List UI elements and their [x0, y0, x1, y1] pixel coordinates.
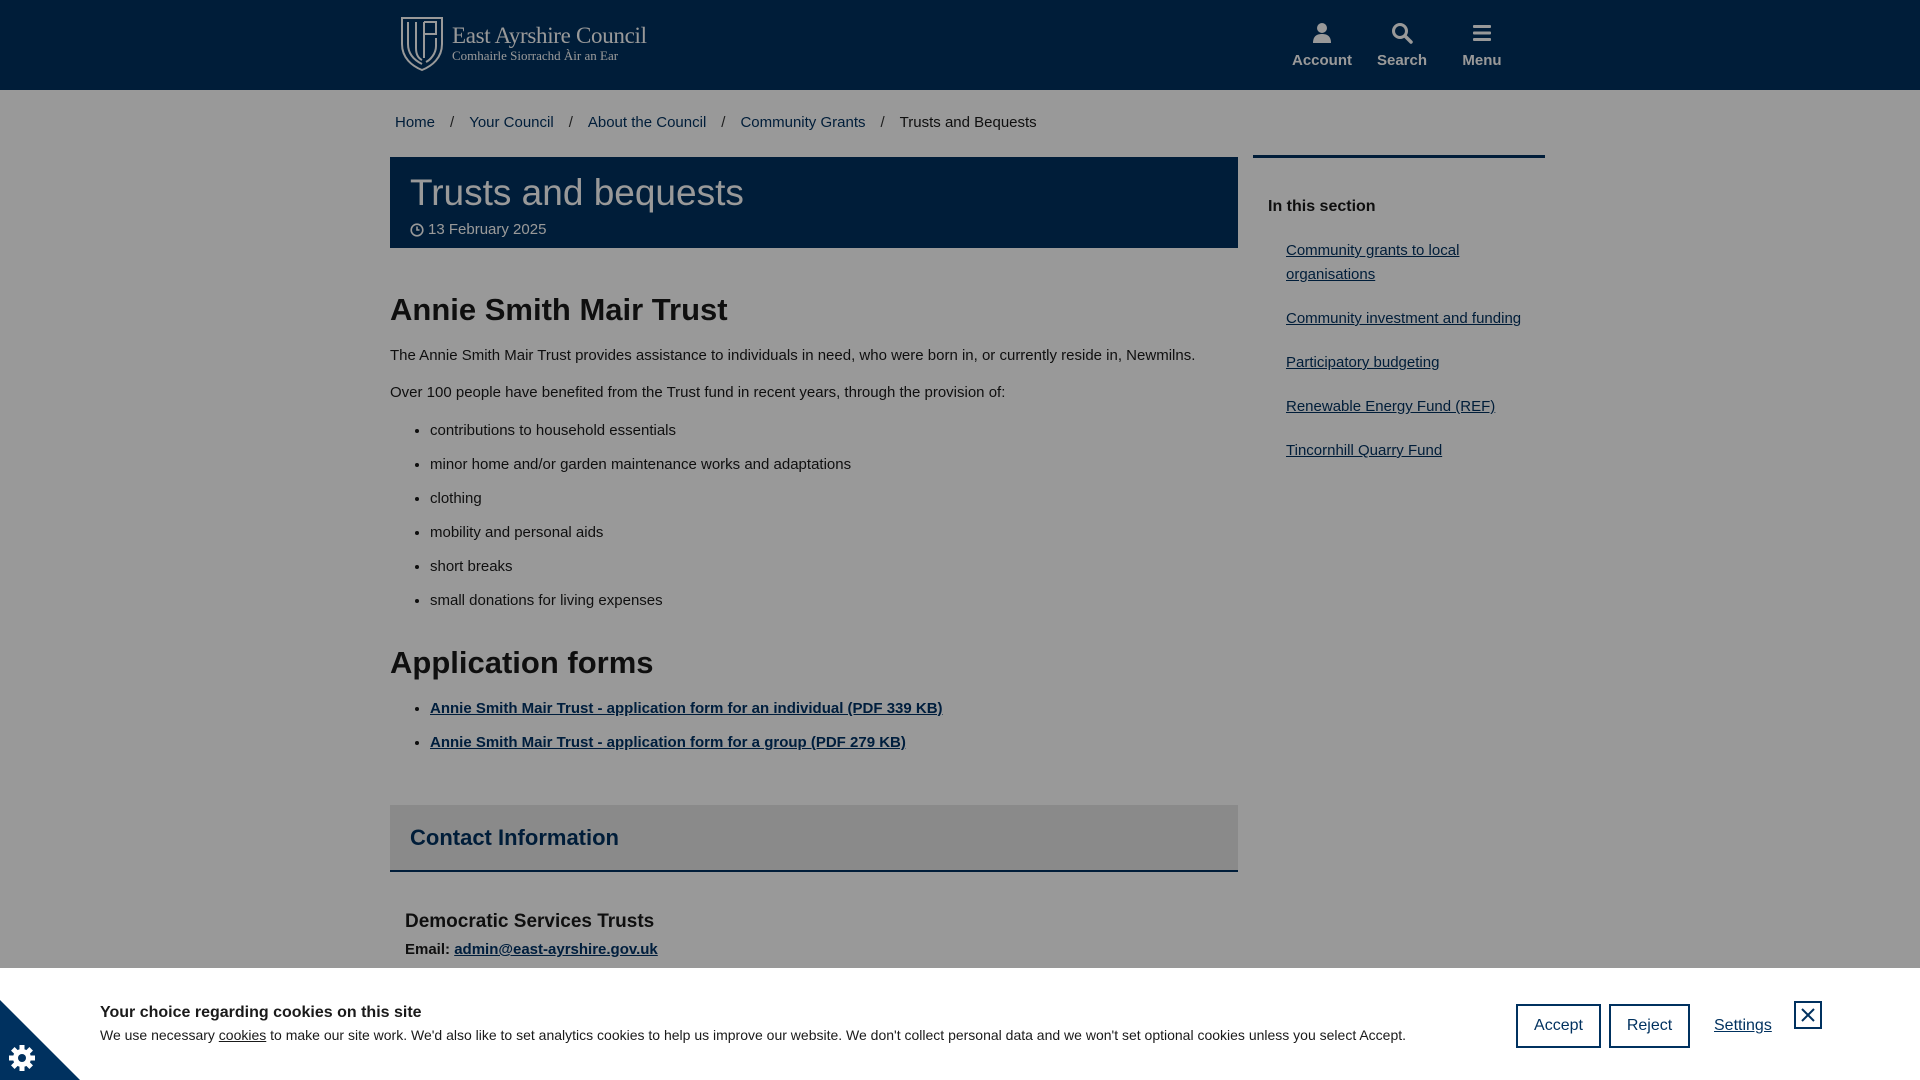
site-header: East Ayrshire Council Comhairle Siorrach… [0, 0, 1920, 90]
sidebar-item-participatory-budgeting[interactable]: Participatory budgeting [1286, 354, 1439, 371]
contact-email-row: Email: admin@east-ayrshire.gov.uk [405, 941, 658, 958]
breadcrumb-community-grants[interactable]: Community Grants [740, 114, 865, 131]
list-item: Annie Smith Mair Trust - application for… [430, 733, 1238, 753]
cookies-link[interactable]: cookies [219, 1027, 266, 1043]
cookie-settings-link[interactable]: Settings [1714, 1017, 1772, 1035]
close-icon [1801, 1008, 1815, 1022]
list-item: clothing [430, 489, 1238, 509]
search-button[interactable]: Search [1362, 22, 1442, 70]
cookie-banner: Your choice regarding cookies on this si… [0, 968, 1920, 1080]
application-forms-list: Annie Smith Mair Trust - application for… [390, 699, 1238, 753]
breadcrumb-home[interactable]: Home [395, 114, 435, 131]
list-item: small donations for living expenses [430, 591, 1238, 611]
council-logo[interactable]: East Ayrshire Council Comhairle Siorrach… [398, 14, 647, 72]
logo-gaelic-name: Comhairle Siorrachd Àir an Ear [452, 48, 619, 63]
sidebar-item-renewable-energy-fund[interactable]: Renewable Energy Fund (REF) [1286, 398, 1495, 415]
account-label: Account [1292, 52, 1352, 69]
list-item: mobility and personal aids [430, 523, 1238, 543]
cookie-text: We use necessary cookies to make our sit… [100, 1027, 1407, 1043]
sidebar-item-community-investment[interactable]: Community investment and funding [1286, 310, 1521, 327]
breadcrumb: Home / Your Council / About the Council … [395, 114, 1037, 131]
user-icon [1313, 23, 1331, 43]
list-item: minor home and/or garden maintenance wor… [430, 455, 1238, 475]
menu-button[interactable]: Menu [1442, 22, 1522, 70]
list-item: contributions to household essentials [430, 421, 1238, 441]
contact-information-header: Contact Information [390, 805, 1238, 872]
contact-information-heading: Contact Information [410, 825, 619, 850]
sidebar-title: In this section [1268, 198, 1376, 215]
reject-cookies-button[interactable]: Reject [1609, 1004, 1690, 1048]
contact-name: Democratic Services Trusts [405, 911, 655, 932]
trust-benefits-intro: Over 100 people have benefited from the … [390, 384, 1006, 401]
trust-description: The Annie Smith Mair Trust provides assi… [390, 347, 1196, 364]
page-date: 13 February 2025 [410, 221, 1218, 238]
breadcrumb-about-the-council[interactable]: About the Council [588, 114, 706, 131]
page-title-block: Trusts and bequests 13 February 2025 [390, 157, 1238, 248]
breadcrumb-separator: / [880, 114, 885, 131]
section-heading-application-forms: Application forms [390, 645, 654, 680]
page-title: Trusts and bequests [410, 172, 744, 213]
cookie-settings-gear-icon[interactable] [0, 1000, 80, 1080]
sidebar-in-this-section: In this section Community grants to loca… [1253, 155, 1545, 483]
breadcrumb-separator: / [450, 114, 455, 131]
council-crest-icon [401, 17, 443, 72]
logo-name: East Ayrshire Council [452, 23, 647, 48]
section-heading-trust: Annie Smith Mair Trust [390, 292, 728, 327]
cookie-title: Your choice regarding cookies on this si… [100, 1004, 422, 1021]
breadcrumb-current: Trusts and Bequests [899, 114, 1037, 131]
individual-form-link[interactable]: Annie Smith Mair Trust - application for… [430, 700, 943, 717]
account-button[interactable]: Account [1282, 22, 1362, 70]
group-form-link[interactable]: Annie Smith Mair Trust - application for… [430, 734, 906, 751]
search-label: Search [1376, 52, 1428, 69]
contact-details: Democratic Services Trusts Email: admin@… [405, 911, 658, 958]
search-icon [1392, 23, 1413, 44]
main-content: Annie Smith Mair Trust The Annie Smith M… [390, 290, 1238, 767]
breadcrumb-separator: / [568, 114, 573, 131]
email-link[interactable]: admin@east-ayrshire.gov.uk [454, 941, 658, 958]
close-cookie-banner-button[interactable] [1794, 1001, 1822, 1029]
list-item: Annie Smith Mair Trust - application for… [430, 699, 1238, 719]
breadcrumb-your-council[interactable]: Your Council [469, 114, 554, 131]
page-date-text: 13 February 2025 [428, 221, 547, 238]
email-label: Email: [405, 941, 451, 958]
sidebar-item-community-grants[interactable]: Community grants to local organisations [1286, 242, 1459, 283]
breadcrumb-separator: / [721, 114, 726, 131]
list-item: short breaks [430, 557, 1238, 577]
hamburger-icon [1473, 25, 1491, 41]
sidebar-links: Community grants to local organisations … [1268, 239, 1530, 463]
clock-icon [410, 222, 424, 237]
accept-cookies-button[interactable]: Accept [1516, 1004, 1601, 1048]
benefits-list: contributions to household essentials mi… [390, 421, 1238, 611]
header-nav: Account Search Menu [1282, 22, 1522, 70]
sidebar-item-tincornhill-quarry-fund[interactable]: Tincornhill Quarry Fund [1286, 442, 1442, 459]
menu-label: Menu [1462, 52, 1502, 69]
